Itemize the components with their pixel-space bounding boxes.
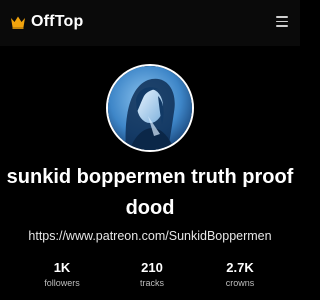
hamburger-menu-icon[interactable] xyxy=(276,16,288,28)
profile-name: sunkid boppermen truth proof dood xyxy=(6,166,294,219)
profile-stats: 1K followers 210 tracks 2.7K crowns xyxy=(0,260,300,294)
crowns-count: 2.7K xyxy=(226,260,254,275)
followers-count: 1K xyxy=(53,260,71,275)
tracks-label: tracks xyxy=(139,278,164,288)
stat-crowns[interactable]: 2.7K crowns xyxy=(200,260,280,290)
tracks-count: 210 xyxy=(141,260,163,275)
stat-tracks[interactable]: 210 tracks xyxy=(112,260,192,290)
crowns-label: crowns xyxy=(225,278,255,288)
brand-name: OffTop xyxy=(31,13,84,30)
menu-line xyxy=(276,25,288,27)
followers-label: followers xyxy=(44,278,80,288)
app-logo[interactable]: OffTop xyxy=(10,10,83,34)
crown-icon xyxy=(11,16,25,29)
menu-line xyxy=(276,16,288,18)
stat-followers[interactable]: 1K followers xyxy=(22,260,102,290)
avatar-image xyxy=(108,66,192,150)
avatar[interactable] xyxy=(106,64,194,152)
menu-line xyxy=(276,20,288,22)
patreon-link[interactable]: https://www.patreon.com/SunkidBoppermen xyxy=(0,229,300,243)
top-bar: OffTop xyxy=(0,0,300,46)
